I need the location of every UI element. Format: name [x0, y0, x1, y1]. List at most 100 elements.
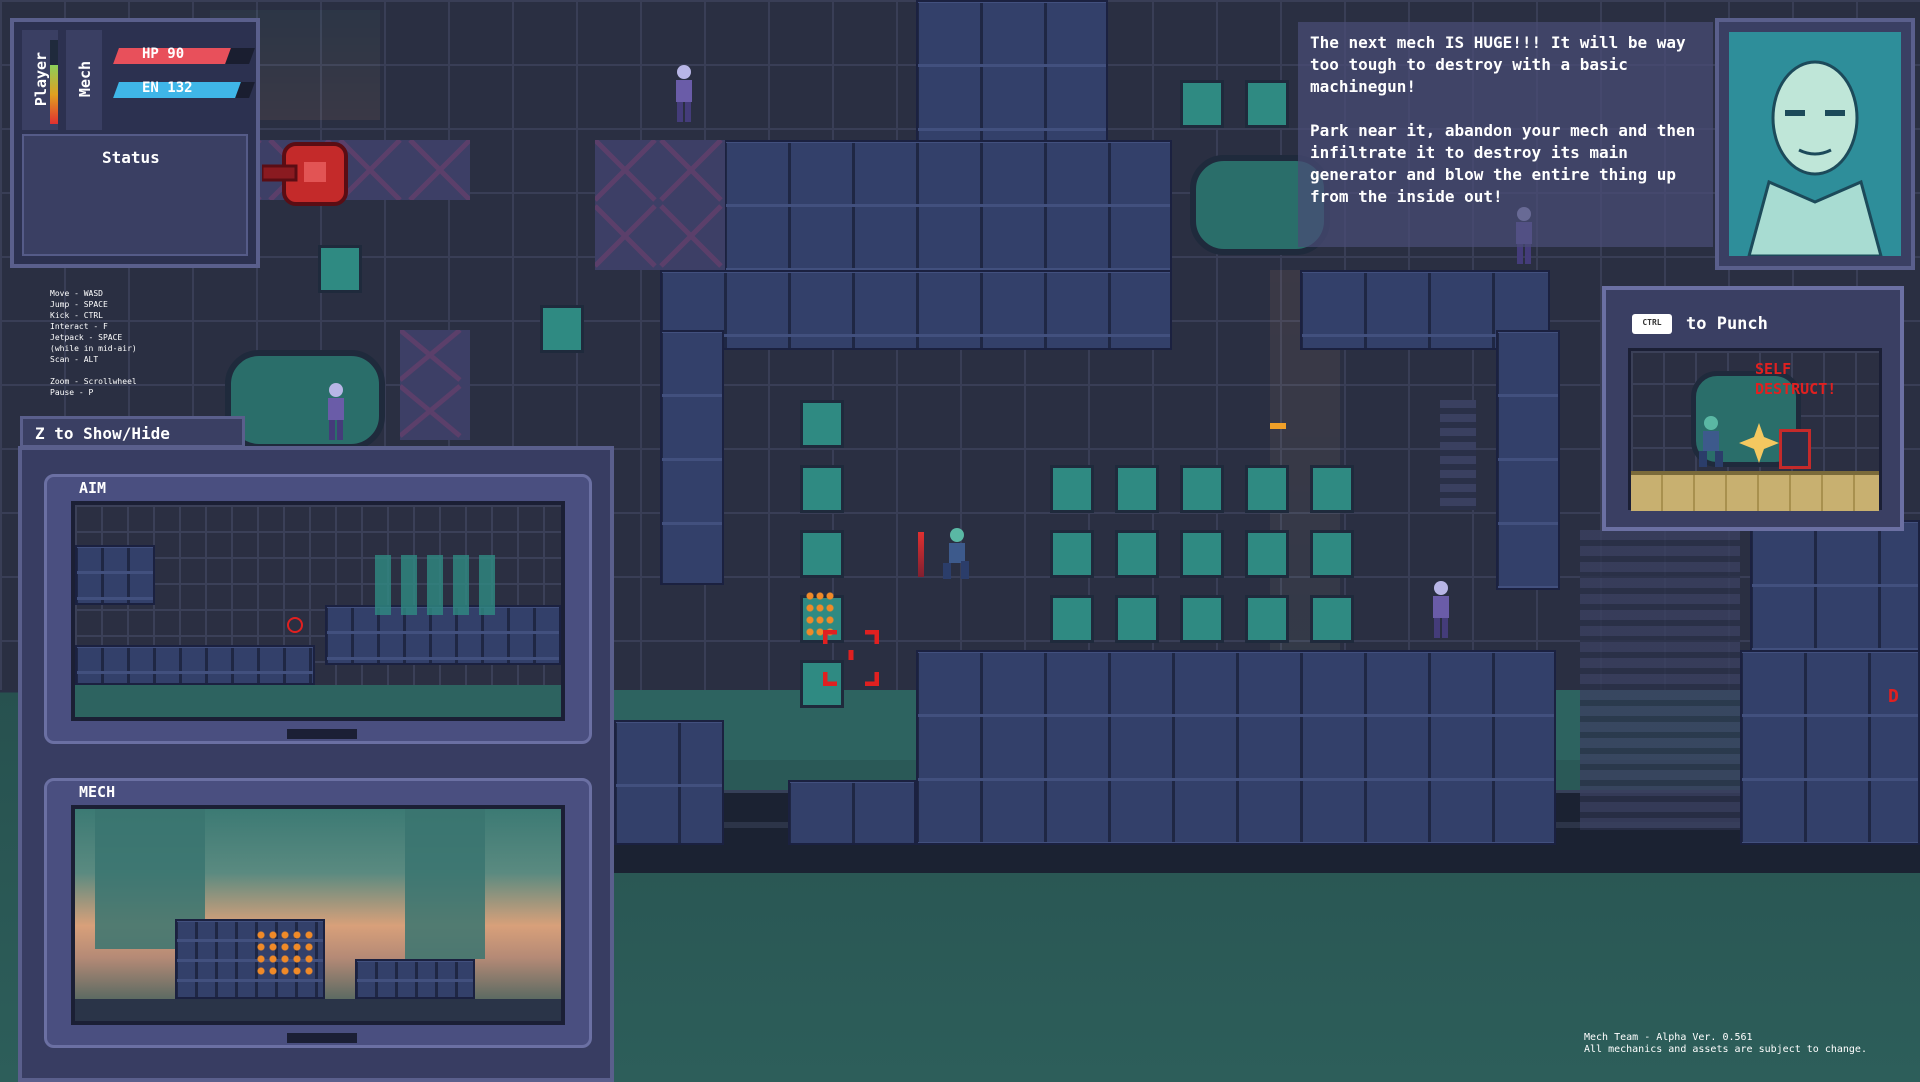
control-line: Interact - F: [50, 322, 108, 331]
city-tower: [405, 809, 485, 959]
minimap-crosshair-icon: [287, 617, 303, 633]
player-health-gauge: [50, 40, 58, 124]
control-line: Jetpack - SPACE: [50, 333, 123, 342]
punch-hint: to Punch: [1686, 314, 1768, 334]
window: [1115, 595, 1159, 643]
girder-truss: [400, 330, 470, 440]
version-text: Mech Team - Alpha Ver. 0.561: [1584, 1032, 1753, 1043]
aim-minimap: [71, 501, 565, 721]
porthole-window: [225, 350, 385, 450]
window: [800, 400, 844, 448]
aim-title: AIM: [79, 479, 107, 497]
enemy-mech-sprite: [355, 959, 475, 999]
control-line: [50, 365, 200, 376]
girder-truss: [595, 140, 725, 270]
window: [1050, 530, 1094, 578]
window: [1245, 530, 1289, 578]
explosion-sparks: [255, 929, 315, 979]
tile-block: [660, 330, 724, 585]
control-line: Scan - ALT: [50, 355, 99, 364]
player-label: Player: [32, 51, 50, 107]
tile-block: [788, 780, 916, 845]
player-health-fill: [50, 65, 58, 124]
tutorial-preview: SELF DESTRUCT!: [1628, 348, 1882, 511]
window: [1245, 465, 1289, 513]
mech-ground: [75, 999, 561, 1021]
window: [1180, 530, 1224, 578]
tutorial-panel: CTRL to Punch SELF DESTRUCT!: [1602, 286, 1904, 531]
toggle-hint-text: Z to Show/Hide: [35, 424, 170, 443]
window: [800, 465, 844, 513]
control-line: Kick - CTRL: [50, 311, 103, 320]
minimap-windows: [375, 555, 495, 615]
dialog-paragraph-1: The next mech IS HUGE!!! It will be way …: [1310, 33, 1686, 96]
window: [1115, 465, 1159, 513]
commander-portrait: [1729, 32, 1901, 256]
minimap-block: [75, 645, 315, 685]
window: [1245, 80, 1289, 128]
dialog-paragraph-2: Park near it, abandon your mech and then…: [1310, 121, 1696, 206]
punch-flash-icon: [1739, 423, 1779, 463]
version-footer: Mech Team - Alpha Ver. 0.561 All mechani…: [1584, 1032, 1914, 1056]
mech-tab: Mech: [66, 30, 102, 130]
minimap-ground: [75, 685, 561, 717]
red-turret: [262, 142, 348, 206]
window: [1115, 530, 1159, 578]
tile-block: [916, 650, 1556, 845]
hp-text: HP 90: [142, 46, 185, 62]
preview-player: [1699, 416, 1723, 467]
mech-view-latch: [287, 1033, 357, 1043]
window: [1180, 595, 1224, 643]
ctrl-key-label: CTRL: [1642, 318, 1662, 327]
tile-block: [614, 720, 724, 845]
window: [1310, 530, 1354, 578]
window: [1180, 465, 1224, 513]
window: [318, 245, 362, 293]
window: [1310, 465, 1354, 513]
self-destruct-sign: SELF DESTRUCT!: [1755, 360, 1837, 398]
status-label: Status: [102, 148, 160, 167]
minimap-block: [75, 545, 155, 605]
enemy-soldier[interactable]: [1425, 578, 1457, 640]
player-tab: Player: [22, 30, 58, 130]
toggle-hint-tab[interactable]: Z to Show/Hide: [20, 416, 245, 448]
window: [1180, 80, 1224, 128]
window: [1050, 465, 1094, 513]
bullet: [1270, 423, 1286, 429]
mech-view-frame: MECH: [44, 778, 592, 1048]
enemy-soldier[interactable]: [320, 380, 352, 442]
disclaimer-text: All mechanics and assets are subject to …: [1584, 1044, 1867, 1055]
ctrl-key-icon: CTRL: [1632, 314, 1672, 334]
controls-list: Move - WASD Jump - SPACE Kick - CTRL Int…: [50, 288, 200, 398]
vent-grille: [1580, 530, 1740, 830]
window: [800, 530, 844, 578]
camera-panel: AIM MECH: [18, 446, 614, 1082]
mech-title: MECH: [79, 783, 116, 801]
enemy-soldier[interactable]: [668, 62, 700, 124]
window: [1310, 595, 1354, 643]
dialog-box: The next mech IS HUGE!!! It will be way …: [1298, 22, 1713, 247]
control-line: Pause - P: [50, 388, 94, 397]
control-line: Jump - SPACE: [50, 300, 108, 309]
status-panel: Player Mech HP 90 EN 132 Status: [10, 18, 260, 268]
control-line: Zoom - Scrollwheel: [50, 377, 137, 386]
aim-view-latch: [287, 729, 357, 739]
en-text: EN 132: [142, 80, 193, 96]
preview-floor: [1631, 471, 1879, 511]
control-line: Move - WASD: [50, 289, 103, 298]
aim-view-frame: AIM: [44, 474, 592, 744]
tile-block: [660, 270, 1172, 350]
offscreen-marker: D: [1888, 686, 1899, 707]
crosshair-icon: [823, 630, 879, 686]
status-box: Status: [22, 134, 248, 256]
control-line: (while in mid-air): [50, 344, 137, 353]
tile-block: [1496, 330, 1560, 590]
player-character: [943, 528, 969, 579]
window: [1050, 595, 1094, 643]
mech-label: Mech: [76, 60, 94, 98]
ladder: [1440, 400, 1476, 510]
portrait-frame: [1715, 18, 1915, 270]
mech-minimap: [71, 805, 565, 1025]
generator-console: [1779, 429, 1811, 469]
tile-block: [1740, 650, 1920, 845]
